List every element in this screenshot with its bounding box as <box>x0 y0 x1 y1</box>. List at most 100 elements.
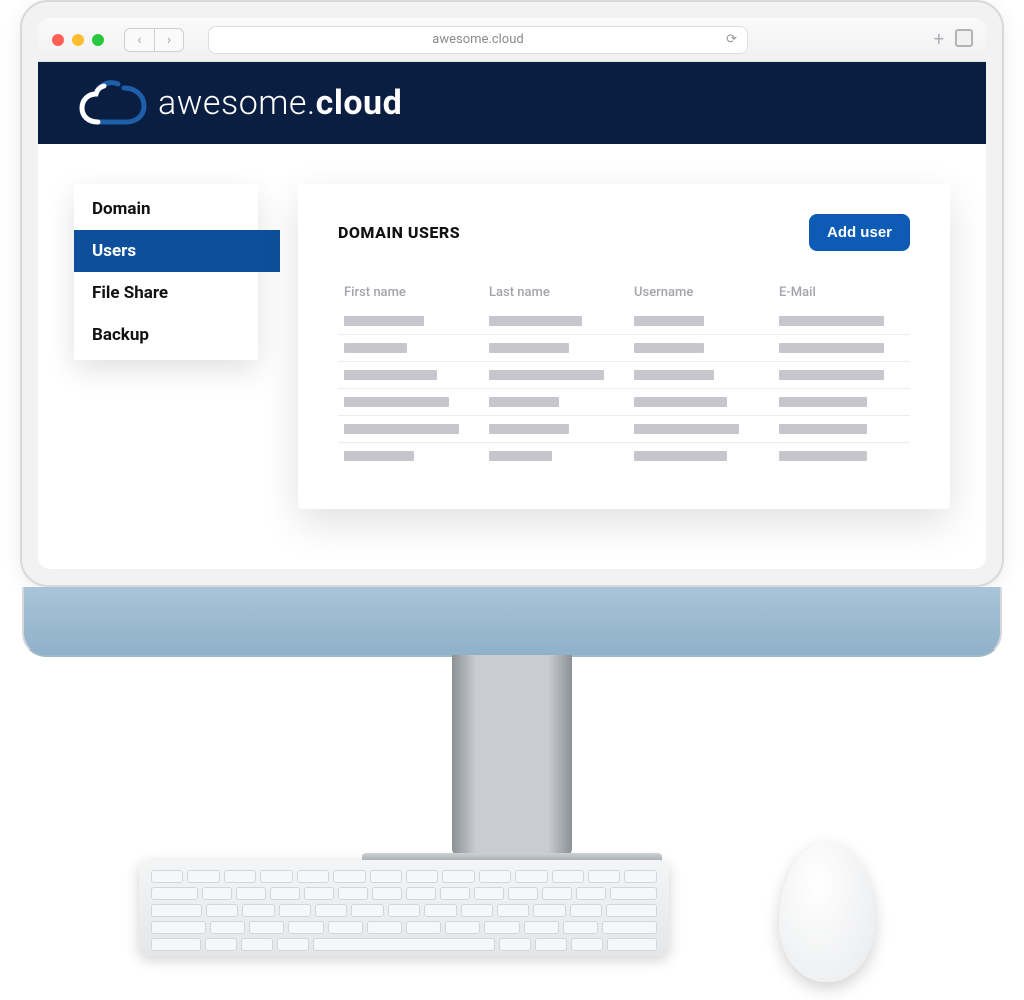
monitor-mockup: ‹ › awesome.cloud ⟳ <box>20 0 1004 917</box>
brand-text-bold: cloud <box>316 83 403 123</box>
users-table: First name Last name Username E-Mail <box>338 277 910 469</box>
table-cell <box>489 451 614 461</box>
skeleton-placeholder <box>779 451 867 461</box>
screen: ‹ › awesome.cloud ⟳ <box>38 18 986 569</box>
skeleton-placeholder <box>489 451 552 461</box>
monitor-chin <box>22 587 1002 657</box>
table-row[interactable] <box>338 389 910 416</box>
browser-toolbar-right <box>934 29 972 50</box>
skeleton-placeholder <box>779 424 867 434</box>
keyboard <box>139 860 669 956</box>
table-cell <box>344 397 469 407</box>
table-cell <box>779 370 904 380</box>
table-row[interactable] <box>338 308 910 335</box>
table-cell <box>344 370 469 380</box>
monitor-bezel: ‹ › awesome.cloud ⟳ <box>20 0 1004 587</box>
skeleton-placeholder <box>489 424 569 434</box>
skeleton-placeholder <box>489 397 559 407</box>
forward-button[interactable]: › <box>154 28 184 52</box>
column-header: First name <box>344 285 469 300</box>
table-cell <box>634 424 759 434</box>
skeleton-placeholder <box>634 370 714 380</box>
mouse <box>779 842 875 982</box>
table-cell <box>489 343 614 353</box>
desk-peripherals <box>0 860 1024 1000</box>
add-user-button[interactable]: Add user <box>809 214 910 251</box>
skeleton-placeholder <box>779 397 867 407</box>
table-cell <box>779 397 904 407</box>
table-cell <box>634 343 759 353</box>
skeleton-placeholder <box>634 424 739 434</box>
show-tabs-icon[interactable] <box>958 32 972 46</box>
skeleton-placeholder <box>344 397 449 407</box>
table-cell <box>779 316 904 326</box>
column-header: E-Mail <box>779 285 904 300</box>
table-cell <box>489 424 614 434</box>
skeleton-placeholder <box>344 316 424 326</box>
table-row[interactable] <box>338 335 910 362</box>
brand-logo: awesome.cloud <box>78 78 402 128</box>
sidebar-item-backup[interactable]: Backup <box>74 314 258 356</box>
skeleton-placeholder <box>344 370 437 380</box>
skeleton-placeholder <box>634 451 727 461</box>
new-tab-icon[interactable] <box>934 29 944 50</box>
table-row[interactable] <box>338 362 910 389</box>
table-cell <box>779 343 904 353</box>
panel-header: DOMAIN USERS Add user <box>338 214 910 251</box>
brand-text-light: awesome. <box>158 83 316 123</box>
brand-text: awesome.cloud <box>158 83 402 123</box>
skeleton-placeholder <box>489 343 569 353</box>
skeleton-placeholder <box>779 343 884 353</box>
table-cell <box>344 316 469 326</box>
skeleton-placeholder <box>344 343 407 353</box>
table-cell <box>489 397 614 407</box>
maximize-window-icon[interactable] <box>92 34 104 46</box>
skeleton-placeholder <box>634 316 704 326</box>
table-row[interactable] <box>338 443 910 469</box>
monitor-stand <box>452 655 572 855</box>
close-window-icon[interactable] <box>52 34 64 46</box>
column-header: Username <box>634 285 759 300</box>
table-cell <box>344 343 469 353</box>
sidebar-item-file-share[interactable]: File Share <box>74 272 258 314</box>
table-cell <box>779 451 904 461</box>
minimize-window-icon[interactable] <box>72 34 84 46</box>
table-row[interactable] <box>338 416 910 443</box>
skeleton-placeholder <box>634 397 727 407</box>
panel-title: DOMAIN USERS <box>338 223 460 242</box>
table-body <box>338 308 910 469</box>
chevron-left-icon: ‹ <box>137 32 141 48</box>
table-header: First name Last name Username E-Mail <box>338 277 910 308</box>
users-panel: DOMAIN USERS Add user First name Last nam… <box>298 184 950 509</box>
skeleton-placeholder <box>489 316 582 326</box>
table-cell <box>489 316 614 326</box>
table-cell <box>779 424 904 434</box>
skeleton-placeholder <box>489 370 604 380</box>
window-controls <box>52 34 104 46</box>
browser-nav: ‹ › <box>124 28 184 52</box>
address-bar[interactable]: awesome.cloud ⟳ <box>208 26 748 54</box>
table-cell <box>634 316 759 326</box>
table-cell <box>634 397 759 407</box>
url-text: awesome.cloud <box>432 32 523 47</box>
back-button[interactable]: ‹ <box>124 28 154 52</box>
skeleton-placeholder <box>779 370 884 380</box>
table-cell <box>634 451 759 461</box>
sidebar-item-domain[interactable]: Domain <box>74 188 258 230</box>
skeleton-placeholder <box>344 424 459 434</box>
refresh-icon[interactable]: ⟳ <box>726 32 737 47</box>
skeleton-placeholder <box>634 343 704 353</box>
table-cell <box>344 451 469 461</box>
cloud-icon <box>78 78 150 128</box>
chevron-right-icon: › <box>167 32 171 48</box>
table-cell <box>344 424 469 434</box>
sidebar-item-users[interactable]: Users <box>74 230 280 272</box>
sidebar: DomainUsersFile ShareBackup <box>74 184 258 360</box>
app-header: awesome.cloud <box>38 62 986 144</box>
skeleton-placeholder <box>344 451 414 461</box>
browser-chrome: ‹ › awesome.cloud ⟳ <box>38 18 986 62</box>
table-cell <box>489 370 614 380</box>
content-area: DomainUsersFile ShareBackup DOMAIN USERS… <box>38 144 986 569</box>
table-cell <box>634 370 759 380</box>
column-header: Last name <box>489 285 614 300</box>
